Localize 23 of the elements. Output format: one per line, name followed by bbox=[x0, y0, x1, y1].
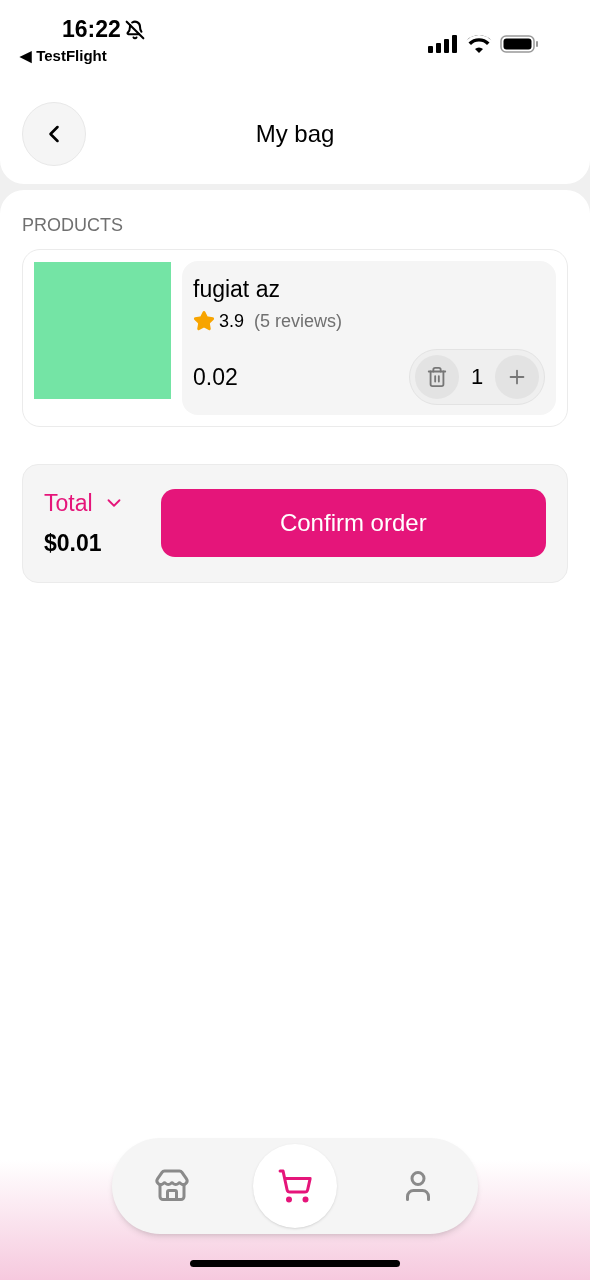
total-toggle[interactable]: Total bbox=[44, 485, 125, 521]
bell-off-icon bbox=[124, 19, 145, 40]
section-label: PRODUCTS bbox=[22, 214, 124, 237]
increase-button[interactable] bbox=[495, 354, 539, 399]
review-count: (5 reviews) bbox=[254, 309, 343, 333]
rating-value: 3.9 bbox=[219, 309, 245, 333]
trash-icon bbox=[426, 365, 448, 388]
confirm-order-button[interactable]: Confirm order bbox=[160, 489, 546, 558]
delete-button[interactable] bbox=[415, 354, 459, 399]
wifi-icon bbox=[466, 35, 492, 53]
star-icon bbox=[193, 310, 215, 333]
battery-icon bbox=[500, 34, 540, 54]
product-card[interactable]: fugiat az 3.9 (5 reviews) 0.02 1 bbox=[22, 249, 568, 427]
total-amount: $0.01 bbox=[44, 529, 103, 559]
signal-icon bbox=[428, 35, 458, 53]
status-time: 16:22 bbox=[62, 18, 121, 41]
page-title: My bag bbox=[255, 119, 335, 149]
store-icon bbox=[154, 1168, 190, 1204]
cart-icon bbox=[277, 1168, 313, 1204]
quantity-value: 1 bbox=[469, 363, 485, 392]
product-price: 0.02 bbox=[193, 362, 238, 392]
back-to-app-link[interactable]: ◀ TestFlight bbox=[20, 45, 145, 68]
product-name: fugiat az bbox=[193, 275, 281, 304]
